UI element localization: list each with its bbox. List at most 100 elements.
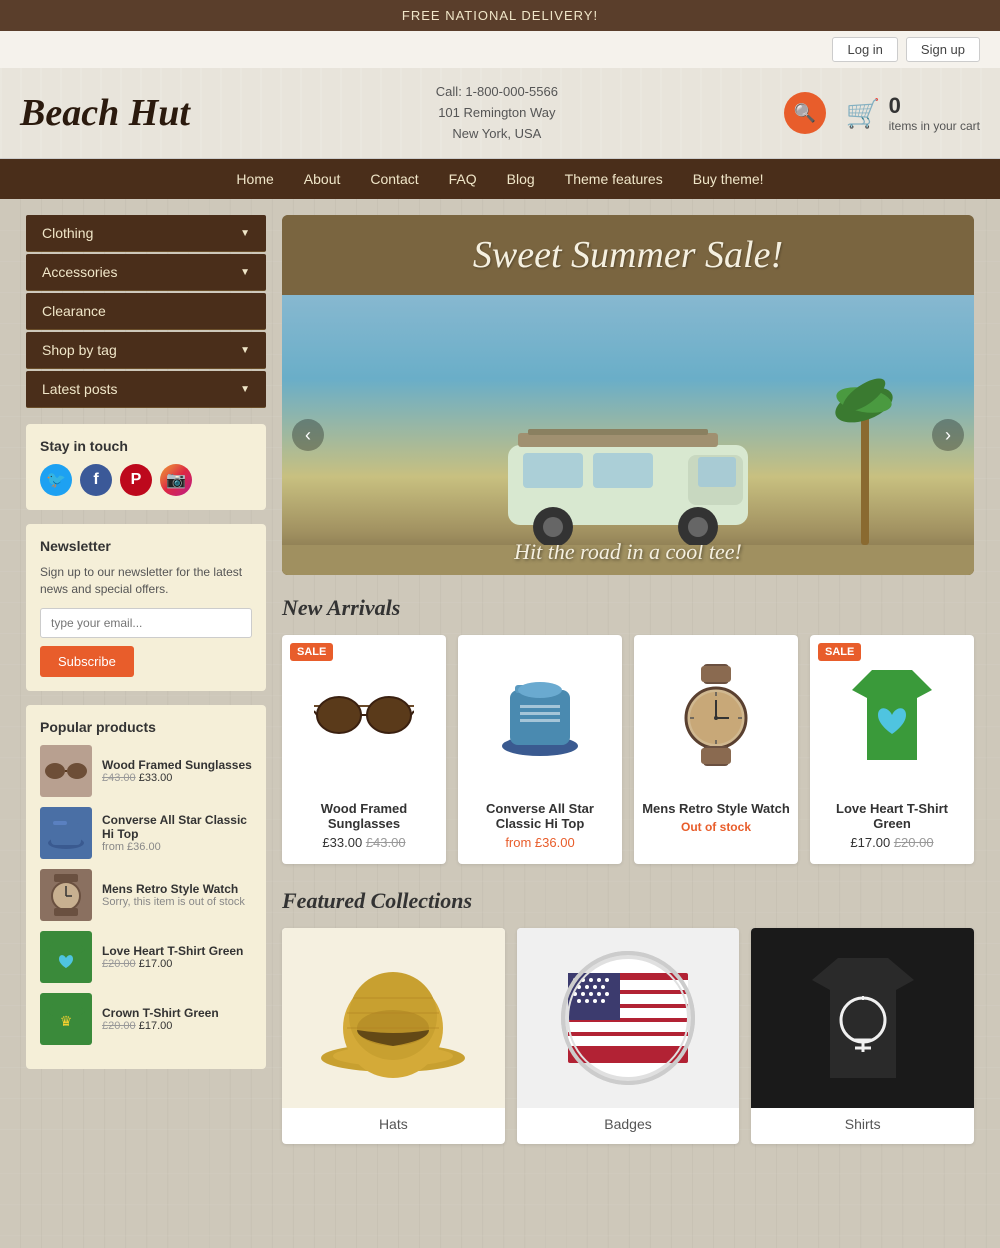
search-button[interactable]: 🔍 — [784, 92, 826, 134]
instagram-icon[interactable]: 📷 — [160, 464, 192, 496]
list-item[interactable]: ♛ Crown T-Shirt Green £20.00 £17.00 — [40, 993, 252, 1045]
newsletter-box: Newsletter Sign up to our newsletter for… — [26, 524, 266, 691]
new-arrivals-title: New Arrivals — [282, 595, 974, 621]
nav-contact[interactable]: Contact — [370, 171, 418, 187]
product-card-shoes[interactable]: Converse All Star Classic Hi Top from £3… — [458, 635, 622, 864]
tshirt-product-icon — [842, 660, 942, 770]
product-thumbnail — [40, 745, 92, 797]
twitter-icon[interactable]: 🐦 — [40, 464, 72, 496]
contact-info: Call: 1-800-000-5566 101 Remington Way N… — [230, 82, 764, 144]
pinterest-icon[interactable]: P — [120, 464, 152, 496]
hero-title: Sweet Summer Sale! — [473, 234, 783, 276]
sidebar-item-accessories[interactable]: Accessories ▼ — [26, 254, 266, 291]
chevron-down-icon: ▼ — [240, 345, 250, 356]
auth-bar: Log in Sign up — [0, 31, 1000, 68]
collections-grid: Hats — [282, 928, 974, 1144]
sale-badge: SALE — [290, 643, 333, 661]
hero-image: Hit the road in a cool tee! ‹ › — [282, 295, 974, 575]
palm-tree-icon — [834, 345, 894, 545]
list-item[interactable]: Mens Retro Style Watch Sorry, this item … — [40, 869, 252, 921]
hero-prev-button[interactable]: ‹ — [292, 419, 324, 451]
collection-image — [751, 928, 974, 1108]
product-price: from £36.00 — [458, 835, 622, 850]
signup-button[interactable]: Sign up — [906, 37, 980, 62]
hero-next-button[interactable]: › — [932, 419, 964, 451]
product-thumbnail — [40, 931, 92, 983]
collection-name: Shirts — [751, 1116, 974, 1132]
collection-card-hats[interactable]: Hats — [282, 928, 505, 1144]
watch-product-icon — [681, 660, 751, 770]
sidebar-item-latest-posts[interactable]: Latest posts ▼ — [26, 371, 266, 408]
nav-buy-theme[interactable]: Buy theme! — [693, 171, 764, 187]
chevron-down-icon: ▼ — [240, 384, 250, 395]
collection-card-badges[interactable]: Badges — [517, 928, 740, 1144]
top-banner: FREE NATIONAL DELIVERY! — [0, 0, 1000, 31]
cart-icon: 🛒 — [846, 97, 881, 130]
out-of-stock-label: Out of stock — [634, 820, 798, 834]
product-card-watch[interactable]: Mens Retro Style Watch Out of stock — [634, 635, 798, 864]
collection-card-shirts[interactable]: Shirts — [751, 928, 974, 1144]
product-card-sunglasses[interactable]: SALE Wood Framed Sunglasses £33.00 £43.0… — [282, 635, 446, 864]
collection-name: Badges — [517, 1116, 740, 1132]
social-icons: 🐦 f P 📷 — [40, 464, 252, 496]
newsletter-title: Newsletter — [40, 538, 252, 554]
product-thumbnail — [40, 869, 92, 921]
collection-image — [282, 928, 505, 1108]
hero-banner: Sweet Summer Sale! — [282, 215, 974, 575]
product-thumbnail: ♛ — [40, 993, 92, 1045]
product-card-tshirt[interactable]: SALE Love Heart T-Shirt Green £17.00 £20… — [810, 635, 974, 864]
product-image — [634, 635, 798, 795]
facebook-icon[interactable]: f — [80, 464, 112, 496]
product-name: Love Heart T-Shirt Green — [818, 801, 966, 831]
stay-in-touch-box: Stay in touch 🐦 f P 📷 — [26, 424, 266, 510]
nav-home[interactable]: Home — [236, 171, 273, 187]
content-wrap: Clothing ▼ Accessories ▼ Clearance Shop … — [10, 199, 990, 1160]
product-image — [458, 635, 622, 795]
hats-icon — [313, 948, 473, 1088]
shoes-product-icon — [495, 670, 585, 760]
featured-collections-title: Featured Collections — [282, 888, 974, 914]
product-thumbnail — [40, 807, 92, 859]
popular-products-box: Popular products Wood Framed Sunglasses … — [26, 705, 266, 1069]
shirts-icon — [798, 948, 928, 1088]
newsletter-description: Sign up to our newsletter for the latest… — [40, 564, 252, 598]
nav-theme-features[interactable]: Theme features — [565, 171, 663, 187]
sunglasses-product-icon — [314, 685, 414, 745]
login-button[interactable]: Log in — [832, 37, 897, 62]
stay-in-touch-title: Stay in touch — [40, 438, 252, 454]
list-item[interactable]: Converse All Star Classic Hi Top from £3… — [40, 807, 252, 859]
van-illustration — [488, 425, 768, 545]
site-logo[interactable]: Beach Hut — [20, 91, 190, 135]
popular-products-title: Popular products — [40, 719, 252, 735]
product-name: Mens Retro Style Watch — [642, 801, 790, 816]
sidebar-item-shop-by-tag[interactable]: Shop by tag ▼ — [26, 332, 266, 369]
badges-icon — [553, 943, 703, 1093]
list-item[interactable]: Wood Framed Sunglasses £43.00 £33.00 — [40, 745, 252, 797]
newsletter-email-input[interactable] — [40, 608, 252, 638]
nav-blog[interactable]: Blog — [507, 171, 535, 187]
sidebar-item-clearance[interactable]: Clearance — [26, 293, 266, 330]
svg-text:♛: ♛ — [60, 1013, 73, 1029]
product-price: £33.00 £43.00 — [282, 835, 446, 850]
list-item[interactable]: Love Heart T-Shirt Green £20.00 £17.00 — [40, 931, 252, 983]
main-nav: Home About Contact FAQ Blog Theme featur… — [0, 159, 1000, 199]
subscribe-button[interactable]: Subscribe — [40, 646, 134, 677]
nav-faq[interactable]: FAQ — [449, 171, 477, 187]
products-grid: SALE Wood Framed Sunglasses £33.00 £43.0… — [282, 635, 974, 864]
sidebar-menu: Clothing ▼ Accessories ▼ Clearance Shop … — [26, 215, 266, 408]
nav-about[interactable]: About — [304, 171, 341, 187]
sidebar-item-clothing[interactable]: Clothing ▼ — [26, 215, 266, 252]
product-price: £17.00 £20.00 — [810, 835, 974, 850]
main-content: Sweet Summer Sale! — [282, 215, 974, 1144]
collection-image — [517, 928, 740, 1108]
chevron-down-icon: ▼ — [240, 228, 250, 239]
cart-area[interactable]: 🛒 0 items in your cart — [846, 93, 980, 133]
sale-badge: SALE — [818, 643, 861, 661]
chevron-down-icon: ▼ — [240, 267, 250, 278]
collection-name: Hats — [282, 1116, 505, 1132]
site-header: Beach Hut Call: 1-800-000-5566 101 Remin… — [0, 68, 1000, 159]
sidebar: Clothing ▼ Accessories ▼ Clearance Shop … — [26, 215, 266, 1144]
product-name: Wood Framed Sunglasses — [290, 801, 438, 831]
product-name: Converse All Star Classic Hi Top — [466, 801, 614, 831]
search-icon: 🔍 — [794, 103, 816, 124]
